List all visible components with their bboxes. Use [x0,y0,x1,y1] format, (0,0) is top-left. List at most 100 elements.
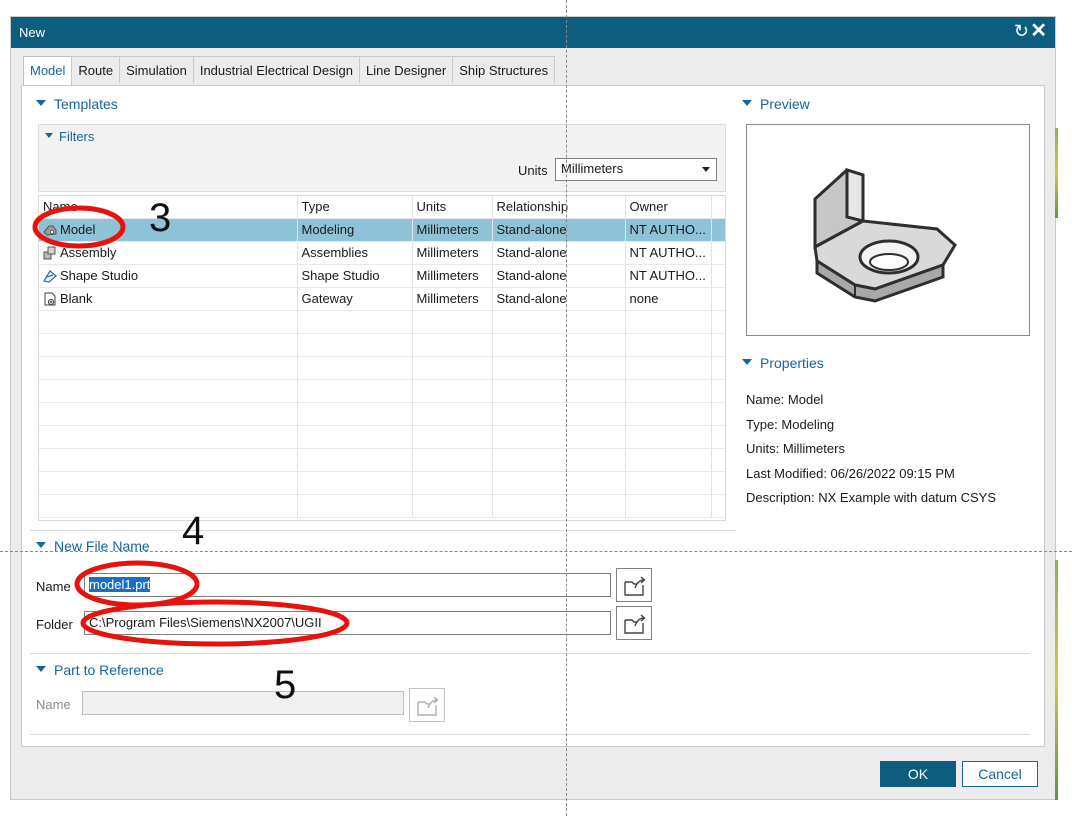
new-dialog: New ↻ ✕ Model Route Simulation Industria… [10,16,1056,800]
cancel-button[interactable]: Cancel [962,761,1038,787]
model-part-icon [43,225,57,236]
tab-model[interactable]: Model [23,56,73,86]
table-row-empty [39,402,725,426]
templates-heading: Templates [54,96,118,112]
template-type: Modeling [297,218,413,242]
assembly-icon [43,246,56,260]
templates-table: Name Type Units Relationship Owner Model… [38,195,726,521]
tab-industrial-electrical-design[interactable]: Industrial Electrical Design [192,56,361,83]
template-type: Assemblies [297,241,413,265]
folder-input[interactable]: C:\Program Files\Siemens\NX2007\UGII [84,611,611,635]
property-last-modified: Last Modified: 06/26/2022 09:15 PM [746,465,955,481]
properties-heading: Properties [760,355,824,371]
folder-open-icon [417,696,439,716]
table-row-empty [39,333,725,357]
template-units: Millimeters [412,218,493,242]
template-relationship: Stand-alone [492,241,626,265]
folder-open-icon [624,576,646,596]
property-name: Name: Model [746,392,824,407]
templates-section-header[interactable]: Templates [36,96,118,112]
template-name: Model [60,221,96,237]
filters-group: Filters Units Millimeters [38,124,726,192]
template-relationship: Stand-alone [492,264,626,288]
tab-bar: Model Route Simulation Industrial Electr… [23,56,556,86]
table-row-empty [39,471,725,495]
reference-name-input[interactable] [82,691,404,715]
properties-section-header[interactable]: Properties [742,355,824,371]
reference-name-label: Name [36,697,71,712]
tab-route[interactable]: Route [71,56,121,83]
column-header-units[interactable]: Units [412,196,493,219]
collapse-triangle-icon [45,133,53,139]
section-divider [30,653,1030,654]
units-dropdown[interactable]: Millimeters [555,158,717,181]
template-owner: NT AUTHO... [625,241,712,265]
template-type: Gateway [297,287,413,311]
tab-ship-structures[interactable]: Ship Structures [452,56,556,83]
template-owner: NT AUTHO... [625,264,712,288]
tab-line-designer[interactable]: Line Designer [359,56,454,83]
table-row-empty [39,448,725,472]
collapse-triangle-icon [36,666,46,673]
preview-area [746,124,1030,336]
browse-folder-button[interactable] [616,606,652,640]
template-owner: NT AUTHO... [625,218,712,242]
template-name: Shape Studio [60,267,139,283]
blank-file-icon [44,292,56,306]
units-value: Millimeters [561,161,624,176]
file-name-input[interactable]: model1.prt [84,573,611,597]
browse-reference-button[interactable] [409,688,445,722]
template-units: Millimeters [412,241,493,265]
reset-icon[interactable]: ↻ [1014,21,1029,41]
column-header-type[interactable]: Type [297,196,413,219]
template-units: Millimeters [412,264,493,288]
template-owner: none [625,287,712,311]
table-row[interactable]: Blank Gateway Millimeters Stand-alone no… [39,287,725,311]
section-divider [30,530,736,531]
property-type: Type: Modeling [746,416,835,432]
column-header-owner[interactable]: Owner [625,196,712,219]
template-name: Assembly [60,244,117,260]
ok-button[interactable]: OK [880,761,956,787]
part-to-reference-section-header[interactable]: Part to Reference [36,662,164,678]
property-description: Description: NX Example with datum CSYS [746,490,996,505]
annotation-number-4: 4 [182,509,205,553]
dialog-title: New [19,25,46,40]
annotation-number-5: 5 [274,663,297,707]
table-row-empty [39,379,725,403]
part-preview-image [813,167,957,303]
template-relationship: Stand-alone [492,218,626,242]
name-label: Name [36,579,71,594]
template-type: Shape Studio [297,264,413,288]
folder-value: C:\Program Files\Siemens\NX2007\UGII [89,615,322,630]
tab-simulation[interactable]: Simulation [119,56,194,83]
table-row-empty [39,494,725,518]
table-row-empty [39,425,725,449]
column-header-relationship[interactable]: Relationship [492,196,626,219]
section-divider [30,734,1030,735]
template-name: Blank [60,290,93,306]
browse-name-button[interactable] [616,568,652,602]
table-row[interactable]: Model Modeling Millimeters Stand-alone N… [39,218,725,242]
shape-studio-icon [43,270,57,283]
filters-heading: Filters [59,129,95,144]
title-bar: New ↻ ✕ [11,17,1055,48]
table-row[interactable]: Shape Studio Shape Studio Millimeters St… [39,264,725,288]
preview-section-header[interactable]: Preview [742,96,810,112]
background-app-strip [1055,128,1058,218]
collapse-triangle-icon [36,100,46,107]
guide-line-horizontal [0,551,1072,552]
collapse-triangle-icon [742,100,752,107]
model-tab-panel: Templates Filters Units Millimeters Name… [21,85,1045,747]
collapse-triangle-icon [36,542,46,549]
folder-open-icon [624,614,646,634]
properties-list: Name: Model Type: Modeling Units: Millim… [746,388,996,511]
part-to-reference-heading: Part to Reference [54,662,164,678]
units-label: Units [518,163,548,178]
table-row[interactable]: Assembly Assemblies Millimeters Stand-al… [39,241,725,265]
annotation-number-3: 3 [149,196,172,240]
collapse-triangle-icon [742,359,752,366]
file-name-value: model1.prt [89,577,151,592]
close-icon[interactable]: ✕ [1030,20,1047,42]
filters-section-header[interactable]: Filters [45,129,94,144]
